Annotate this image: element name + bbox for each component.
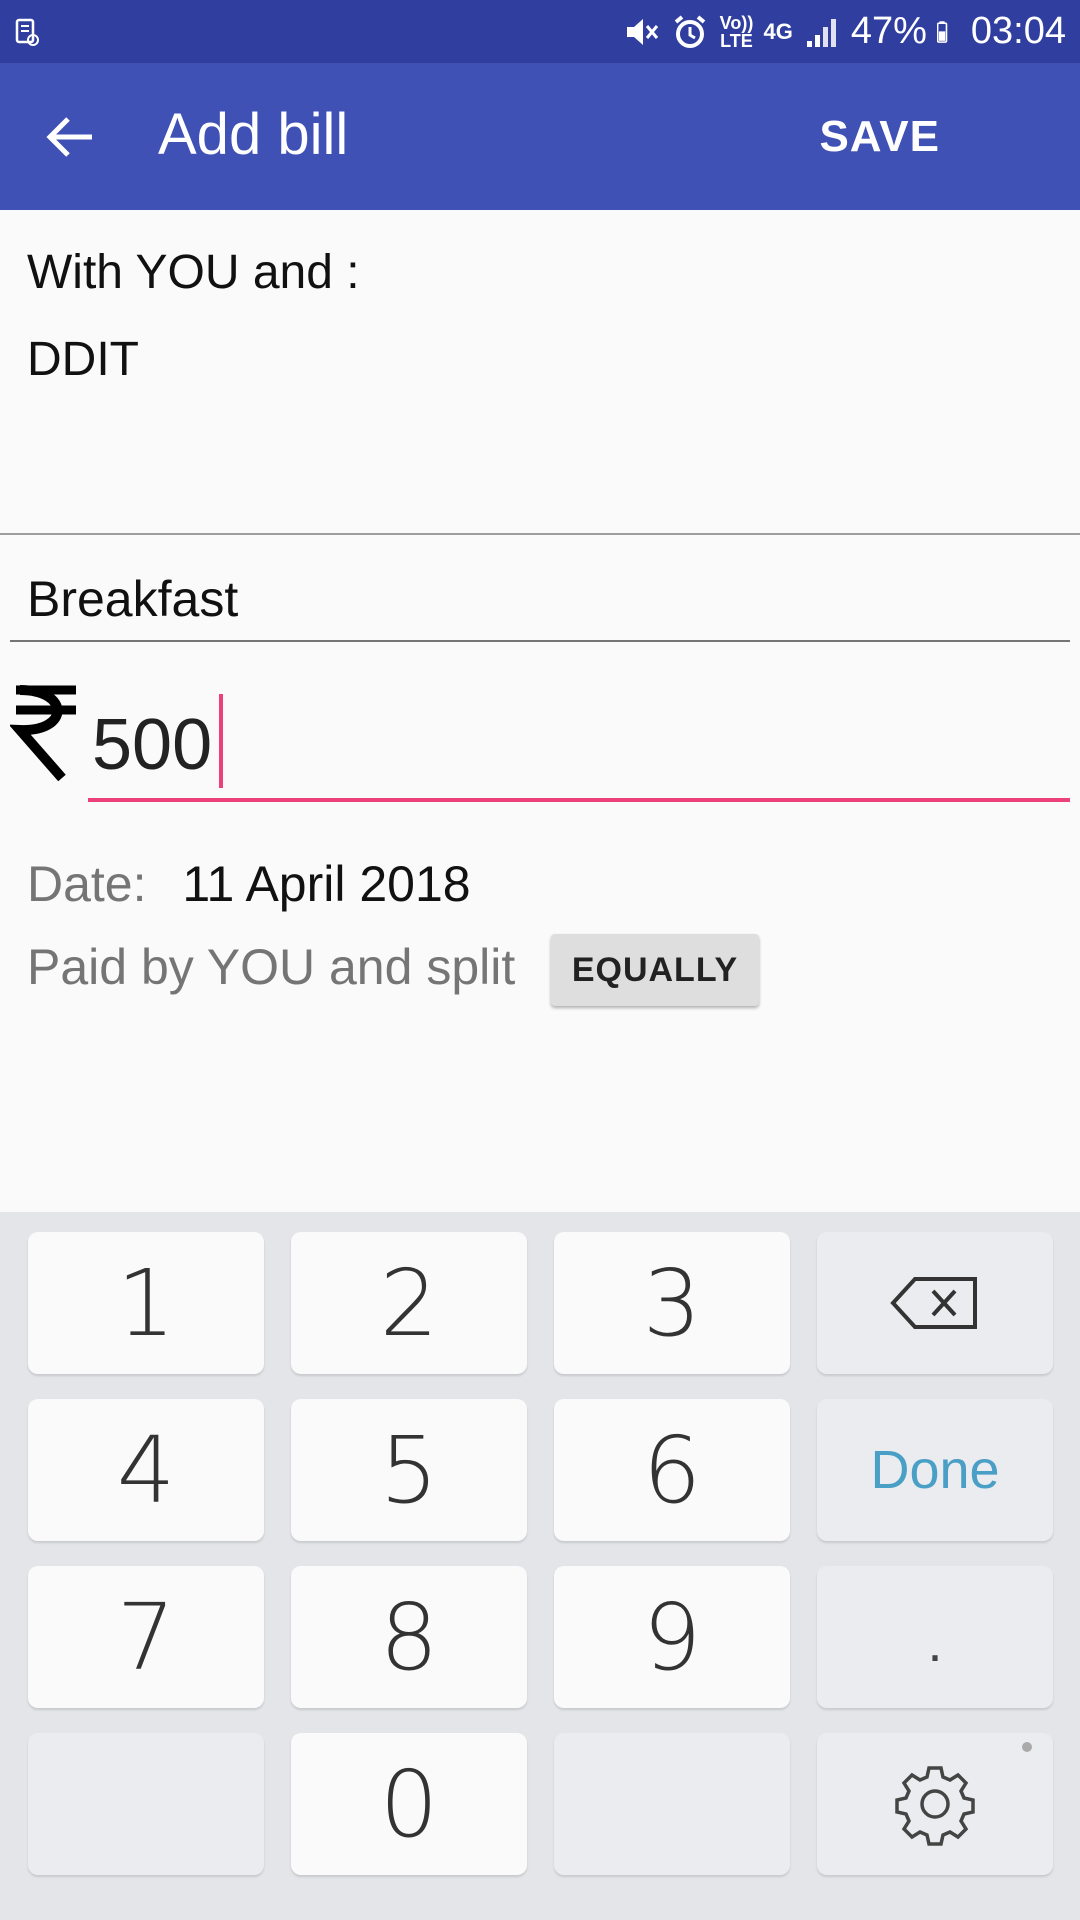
key-9[interactable]: 9 bbox=[554, 1566, 790, 1708]
amount-value: 500 bbox=[92, 705, 213, 785]
back-arrow-icon[interactable] bbox=[46, 115, 96, 159]
screenshot-notification-icon bbox=[15, 18, 39, 46]
key-5[interactable]: 5 bbox=[291, 1399, 527, 1541]
clock: 03:04 bbox=[970, 10, 1066, 52]
key-1[interactable]: 1 bbox=[28, 1232, 264, 1374]
description-input[interactable]: Breakfast bbox=[10, 560, 1070, 642]
mute-icon bbox=[627, 18, 659, 45]
key-2[interactable]: 2 bbox=[291, 1232, 527, 1374]
split-equally-button[interactable]: EQUALLY bbox=[551, 934, 759, 1006]
key-6[interactable]: 6 bbox=[554, 1399, 790, 1541]
app-bar: Add bill SAVE bbox=[0, 63, 1080, 210]
paid-by-text: Paid by YOU and split bbox=[27, 939, 516, 995]
empty-key-right bbox=[554, 1733, 790, 1875]
key-8[interactable]: 8 bbox=[291, 1566, 527, 1708]
keyboard-indicator-dot bbox=[1022, 1742, 1032, 1752]
status-icons: Vo)) LTE 4G 47% 03:04 bbox=[623, 0, 1066, 63]
keyboard-settings-key[interactable] bbox=[817, 1733, 1053, 1875]
network-type: 4G bbox=[763, 18, 793, 44]
page-title: Add bill bbox=[158, 102, 349, 167]
participants-label: With YOU and : bbox=[27, 246, 360, 299]
decimal-key[interactable]: . bbox=[817, 1566, 1053, 1708]
key-7[interactable]: 7 bbox=[28, 1566, 264, 1708]
battery-icon bbox=[936, 20, 948, 43]
date-value[interactable]: 11 April 2018 bbox=[182, 856, 470, 912]
numeric-keyboard: 1 2 3 4 5 6 Done 7 8 9 . 0 bbox=[0, 1212, 1080, 1920]
divider bbox=[0, 533, 1080, 535]
battery-percent: 47% bbox=[850, 10, 927, 52]
amount-input[interactable]: 500 bbox=[88, 680, 1070, 802]
done-key[interactable]: Done bbox=[817, 1399, 1053, 1541]
rupee-icon bbox=[10, 685, 76, 782]
date-label: Date: bbox=[27, 856, 147, 912]
backspace-key[interactable] bbox=[817, 1232, 1053, 1374]
text-cursor bbox=[219, 694, 223, 788]
participants-names[interactable]: DDIT bbox=[27, 332, 139, 387]
signal-icon bbox=[806, 18, 836, 47]
empty-key-left bbox=[28, 1733, 264, 1875]
save-button[interactable]: SAVE bbox=[819, 113, 940, 161]
gear-icon bbox=[895, 1766, 975, 1846]
alarm-icon bbox=[675, 14, 706, 48]
description-value: Breakfast bbox=[27, 571, 239, 627]
backspace-icon bbox=[890, 1277, 977, 1329]
date-row[interactable]: Date: 11 April 2018 bbox=[27, 855, 471, 913]
key-0[interactable]: 0 bbox=[291, 1733, 527, 1875]
key-3[interactable]: 3 bbox=[554, 1232, 790, 1374]
status-bar: Vo)) LTE 4G 47% 03:04 bbox=[0, 0, 1080, 63]
volte-label: Vo)) LTE bbox=[719, 12, 754, 51]
key-4[interactable]: 4 bbox=[28, 1399, 264, 1541]
